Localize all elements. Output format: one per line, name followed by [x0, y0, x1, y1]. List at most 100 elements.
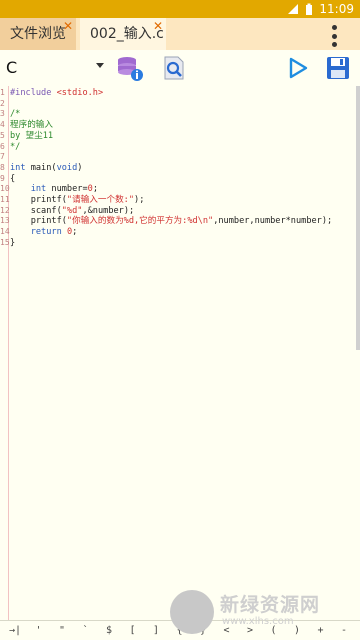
- close-icon[interactable]: ✕: [152, 20, 164, 32]
- symbol-key[interactable]: ": [53, 623, 71, 639]
- code-line[interactable]: 8 int main(void): [0, 163, 360, 173]
- code-token: ): [77, 162, 83, 173]
- code-token: void: [56, 162, 78, 173]
- code-token: {: [10, 173, 16, 184]
- code-text: printf("你输入的数为%d,它的平方为:%d\n",number,numb…: [10, 216, 333, 227]
- symbol-key[interactable]: [: [124, 623, 142, 639]
- code-token: printf(: [10, 195, 67, 205]
- code-token: }: [10, 237, 16, 248]
- tab-file-browser[interactable]: 文件浏览 ✕: [0, 18, 76, 50]
- code-text: int number=0;: [10, 184, 98, 194]
- code-line[interactable]: 5 by 望尘11: [0, 131, 360, 141]
- code-line[interactable]: 12 scanf("%d",&number);: [0, 206, 360, 216]
- battery-icon: [306, 3, 313, 15]
- code-token: #include: [10, 88, 57, 98]
- code-line[interactable]: 1 #include <stdio.h>: [0, 88, 360, 98]
- line-number: 1: [0, 88, 5, 97]
- watermark-title: 新绿资源网: [220, 594, 321, 616]
- code-line[interactable]: 9{: [0, 174, 360, 184]
- language-value: C: [6, 58, 18, 77]
- code-text: */: [10, 142, 20, 152]
- code-line[interactable]: 6 */: [0, 142, 360, 152]
- code-token: 程序的输入: [10, 120, 53, 131]
- symbol-key[interactable]: `: [77, 623, 95, 639]
- line-number: 7: [0, 152, 5, 162]
- code-token: printf(: [10, 216, 67, 227]
- symbol-key[interactable]: ]: [147, 623, 165, 639]
- code-text: scanf("%d",&number);: [10, 205, 135, 216]
- search-file-icon[interactable]: [160, 54, 188, 82]
- code-text: int main(void): [10, 163, 82, 173]
- status-time: 11:09: [319, 2, 354, 16]
- code-token: ,&number);: [82, 205, 135, 216]
- line-number: 12: [0, 205, 10, 215]
- code-text: {: [10, 174, 15, 184]
- code-token: main(: [25, 162, 57, 173]
- save-icon[interactable]: [324, 54, 352, 82]
- database-info-icon[interactable]: [116, 54, 144, 82]
- code-token: ,number,number*number);: [213, 216, 333, 227]
- code-token: return: [30, 227, 62, 238]
- language-select[interactable]: C: [6, 58, 106, 78]
- line-number: 4: [0, 120, 5, 130]
- symbol-key[interactable]: →|: [6, 623, 24, 639]
- code-token: "%d": [61, 205, 83, 216]
- code-token: "你输入的数为%d,它的平方为:%d\n": [66, 216, 214, 227]
- code-token: number=: [46, 184, 88, 195]
- code-editor[interactable]: 1 #include <stdio.h> 2 3 /* 4 程序的输入 5 by 望尘11 6 */…: [0, 86, 360, 620]
- code-text: #include <stdio.h>: [10, 88, 103, 98]
- code-line[interactable]: 4 程序的输入: [0, 120, 360, 130]
- line-number: 3: [0, 109, 5, 119]
- code-token: "请输入一个数:": [66, 195, 135, 205]
- line-number: 10: [0, 184, 10, 194]
- code-token: <stdio.h>: [56, 88, 104, 98]
- tab-current-file[interactable]: 002_输入.c ✕: [80, 18, 166, 50]
- line-number: 6: [0, 141, 5, 151]
- tab-bar: 文件浏览 ✕ 002_输入.c ✕: [0, 18, 360, 50]
- code-token: scanf(: [10, 205, 62, 216]
- symbol-key[interactable]: $: [100, 623, 118, 639]
- code-line[interactable]: 11 printf("请输入一个数:");: [0, 195, 360, 205]
- code-line[interactable]: 2: [0, 99, 360, 109]
- status-bar: 11:09: [0, 0, 360, 18]
- code-text: printf("请输入一个数:");: [10, 195, 145, 205]
- code-token: int: [10, 162, 26, 173]
- watermark-url: www.xlhs.com: [222, 616, 294, 627]
- line-number: 2: [0, 98, 5, 108]
- status-icons: 11:09: [287, 2, 354, 16]
- editor-toolbar: C: [0, 50, 360, 86]
- close-icon[interactable]: ✕: [62, 20, 74, 32]
- line-number: 8: [0, 162, 5, 172]
- code-line[interactable]: 10 int number=0;: [0, 184, 360, 194]
- code-text: return 0;: [10, 227, 78, 238]
- line-number: 11: [0, 195, 10, 204]
- symbol-key[interactable]: ': [30, 623, 48, 639]
- code-line[interactable]: 7: [0, 152, 360, 162]
- chevron-down-icon[interactable]: [96, 63, 104, 68]
- line-number: 9: [0, 173, 5, 183]
- code-line[interactable]: 14 return 0;: [0, 227, 360, 237]
- code-token: /*: [10, 109, 21, 120]
- line-number: 15: [0, 237, 10, 247]
- watermark-logo: [170, 590, 214, 634]
- line-number: 5: [0, 130, 5, 140]
- code-token: );: [134, 195, 145, 205]
- code-text: 程序的输入: [10, 120, 53, 130]
- code-line[interactable]: 15}: [0, 238, 360, 248]
- run-icon[interactable]: [284, 54, 312, 82]
- tab-label: 文件浏览: [10, 26, 66, 42]
- signal-icon: [288, 4, 299, 14]
- code-text: by 望尘11: [10, 131, 53, 141]
- code-line[interactable]: 13 printf("你输入的数为%d,它的平方为:%d\n",number,n…: [0, 216, 360, 226]
- overflow-menu-icon[interactable]: [332, 25, 338, 47]
- watermark: 新绿资源网 www.xlhs.com: [168, 586, 358, 640]
- code-line[interactable]: 3 /*: [0, 109, 360, 119]
- line-number: 14: [0, 227, 10, 237]
- code-token: */: [10, 141, 21, 152]
- code-token: by 望尘11: [10, 130, 54, 141]
- code-token: ;: [72, 227, 78, 238]
- code-text: /*: [10, 109, 20, 119]
- code-token: ;: [92, 184, 99, 195]
